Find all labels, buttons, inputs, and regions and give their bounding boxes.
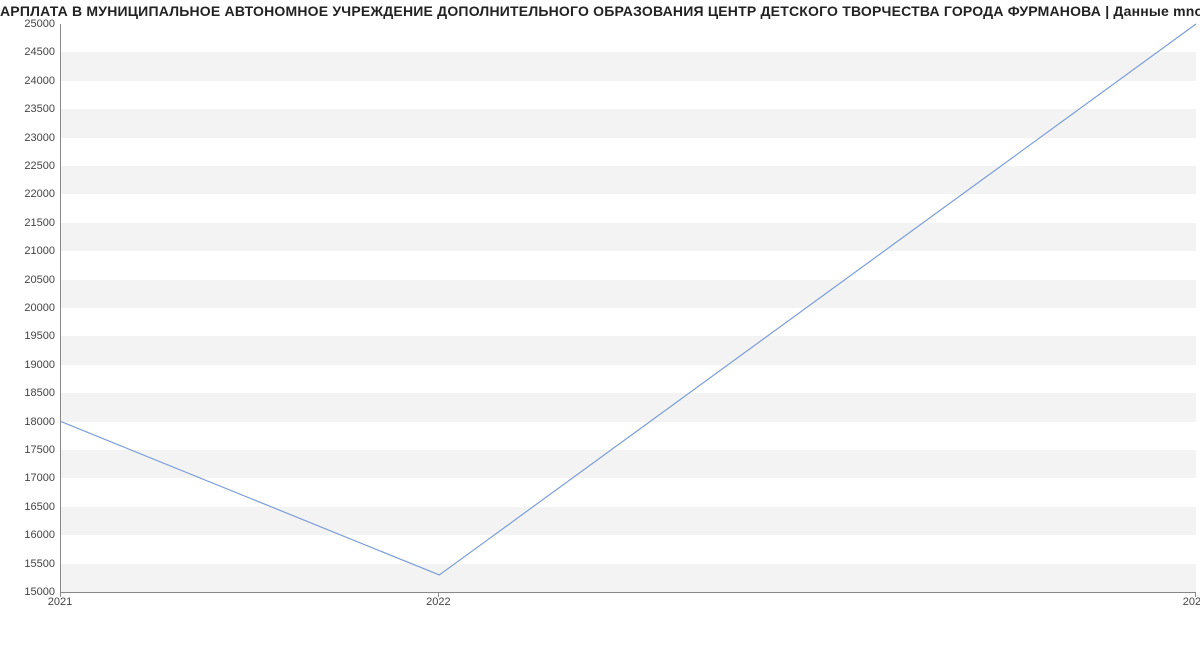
- y-tick-label: 24500: [5, 46, 55, 58]
- x-tick-label: 2021: [48, 596, 72, 608]
- x-tick-mark: [1195, 592, 1196, 597]
- y-tick-label: 17000: [5, 472, 55, 484]
- y-tick-label: 25000: [5, 18, 55, 30]
- y-tick-label: 23500: [5, 103, 55, 115]
- y-tick-label: 20000: [5, 302, 55, 314]
- y-tick-label: 21500: [5, 217, 55, 229]
- y-tick-label: 17500: [5, 444, 55, 456]
- y-tick-label: 23000: [5, 132, 55, 144]
- y-tick-label: 16000: [5, 529, 55, 541]
- y-tick-label: 20500: [5, 274, 55, 286]
- x-tick-mark: [438, 592, 439, 597]
- x-tick-label: 2022: [426, 596, 450, 608]
- plot-area: [60, 24, 1196, 593]
- y-tick-label: 21000: [5, 245, 55, 257]
- y-tick-label: 18500: [5, 387, 55, 399]
- y-tick-label: 19500: [5, 330, 55, 342]
- chart-area: 1500015500160001650017000175001800018500…: [0, 24, 1200, 624]
- y-tick-label: 19000: [5, 359, 55, 371]
- y-tick-label: 15500: [5, 558, 55, 570]
- y-tick-label: 18000: [5, 416, 55, 428]
- y-tick-label: 24000: [5, 75, 55, 87]
- y-tick-label: 22000: [5, 188, 55, 200]
- y-tick-label: 22500: [5, 160, 55, 172]
- y-tick-label: 16500: [5, 501, 55, 513]
- line-series: [61, 24, 1196, 592]
- chart-title: АРПЛАТА В МУНИЦИПАЛЬНОЕ АВТОНОМНОЕ УЧРЕЖ…: [0, 0, 1200, 19]
- x-tick-label: 2024: [1183, 596, 1200, 608]
- x-tick-mark: [60, 592, 61, 597]
